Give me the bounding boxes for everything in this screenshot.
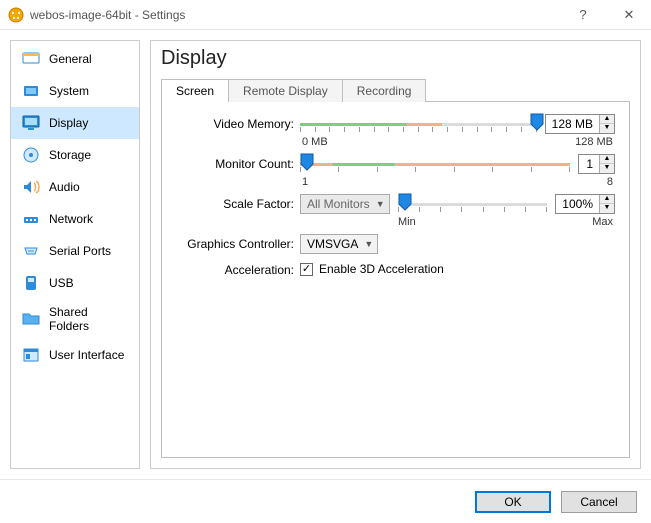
tab-screen[interactable]: Screen <box>161 79 229 102</box>
button-bar: OK Cancel <box>0 479 651 523</box>
enable-3d-acceleration-label: Enable 3D Acceleration <box>319 262 444 276</box>
sidebar-item-general[interactable]: General <box>11 43 139 75</box>
video-memory-value: 128 MB <box>546 117 599 131</box>
serial-port-icon <box>21 241 41 261</box>
settings-sidebar: General System Display Storage Audio Net… <box>10 40 140 469</box>
sidebar-item-label: Serial Ports <box>49 244 111 258</box>
acceleration-label: Acceleration: <box>176 260 300 277</box>
monitor-count-value: 1 <box>579 157 599 171</box>
monitor-count-spinner[interactable]: 1 ▲▼ <box>578 154 615 174</box>
sidebar-item-label: General <box>49 52 92 66</box>
ui-icon <box>21 345 41 365</box>
sidebar-item-usb[interactable]: USB <box>11 267 139 299</box>
app-icon <box>8 7 24 23</box>
scale-factor-spinner[interactable]: 100% ▲▼ <box>555 194 615 214</box>
network-icon <box>21 209 41 229</box>
scale-factor-spin-up[interactable]: ▲ <box>600 195 614 204</box>
sidebar-item-shared-folders[interactable]: Shared Folders <box>11 299 139 339</box>
sidebar-item-display[interactable]: Display <box>11 107 139 139</box>
scale-factor-label: Scale Factor: <box>176 194 300 211</box>
sidebar-item-network[interactable]: Network <box>11 203 139 235</box>
main-panel: Display Screen Remote Display Recording … <box>150 40 641 469</box>
system-icon <box>21 81 41 101</box>
sidebar-item-label: Storage <box>49 148 91 162</box>
sidebar-item-system[interactable]: System <box>11 75 139 107</box>
titlebar: webos-image-64bit - Settings ? ✕ <box>0 0 651 30</box>
sidebar-item-label: System <box>49 84 89 98</box>
video-memory-spinner[interactable]: 128 MB ▲▼ <box>545 114 615 134</box>
sidebar-item-user-interface[interactable]: User Interface <box>11 339 139 371</box>
graphics-controller-label: Graphics Controller: <box>176 234 300 251</box>
graphics-controller-select[interactable]: VMSVGA ▼ <box>300 234 378 254</box>
sidebar-item-label: Audio <box>49 180 80 194</box>
cancel-button[interactable]: Cancel <box>561 491 637 513</box>
video-memory-max-label: 128 MB <box>575 136 613 148</box>
monitor-count-slider[interactable] <box>300 155 570 173</box>
monitor-count-label: Monitor Count: <box>176 154 300 171</box>
scale-factor-monitor-value: All Monitors <box>307 197 370 211</box>
audio-icon <box>21 177 41 197</box>
sidebar-item-label: USB <box>49 276 74 290</box>
scale-factor-max-label: Max <box>592 216 613 228</box>
video-memory-min-label: 0 MB <box>302 136 328 148</box>
scale-factor-value: 100% <box>556 197 599 211</box>
chevron-down-icon: ▼ <box>376 199 385 209</box>
chevron-down-icon: ▼ <box>364 239 373 249</box>
tab-remote-display[interactable]: Remote Display <box>228 79 343 102</box>
window-title: webos-image-64bit - Settings <box>30 8 569 22</box>
monitor-count-spin-down[interactable]: ▼ <box>600 164 614 173</box>
display-icon <box>21 113 41 133</box>
scale-factor-min-label: Min <box>398 216 416 228</box>
sidebar-item-serial-ports[interactable]: Serial Ports <box>11 235 139 267</box>
scale-factor-thumb[interactable] <box>398 193 412 211</box>
monitor-count-thumb[interactable] <box>300 153 314 171</box>
monitor-count-spin-up[interactable]: ▲ <box>600 155 614 164</box>
tab-bar: Screen Remote Display Recording <box>161 78 630 101</box>
enable-3d-acceleration-checkbox[interactable] <box>300 263 313 276</box>
video-memory-thumb[interactable] <box>530 113 544 131</box>
monitor-count-min-label: 1 <box>302 176 308 188</box>
monitor-count-max-label: 8 <box>607 176 613 188</box>
sidebar-item-label: Shared Folders <box>49 305 129 333</box>
sidebar-item-label: Display <box>49 116 88 130</box>
close-button[interactable]: ✕ <box>615 7 643 23</box>
scale-factor-spin-down[interactable]: ▼ <box>600 204 614 213</box>
video-memory-spin-up[interactable]: ▲ <box>600 115 614 124</box>
tab-panel-screen: Video Memory: 128 MB ▲▼ <box>161 101 630 458</box>
general-icon <box>21 49 41 69</box>
video-memory-slider[interactable] <box>300 115 537 133</box>
sidebar-item-label: User Interface <box>49 348 124 362</box>
help-button[interactable]: ? <box>569 7 597 23</box>
scale-factor-slider[interactable] <box>398 195 548 213</box>
storage-icon <box>21 145 41 165</box>
sidebar-item-storage[interactable]: Storage <box>11 139 139 171</box>
page-heading: Display <box>161 47 630 70</box>
sidebar-item-audio[interactable]: Audio <box>11 171 139 203</box>
folder-icon <box>21 309 41 329</box>
ok-button[interactable]: OK <box>475 491 551 513</box>
usb-icon <box>21 273 41 293</box>
graphics-controller-value: VMSVGA <box>307 237 358 251</box>
video-memory-label: Video Memory: <box>176 114 300 131</box>
scale-factor-monitor-select[interactable]: All Monitors ▼ <box>300 194 390 214</box>
sidebar-item-label: Network <box>49 212 93 226</box>
tab-recording[interactable]: Recording <box>342 79 427 102</box>
video-memory-spin-down[interactable]: ▼ <box>600 124 614 133</box>
